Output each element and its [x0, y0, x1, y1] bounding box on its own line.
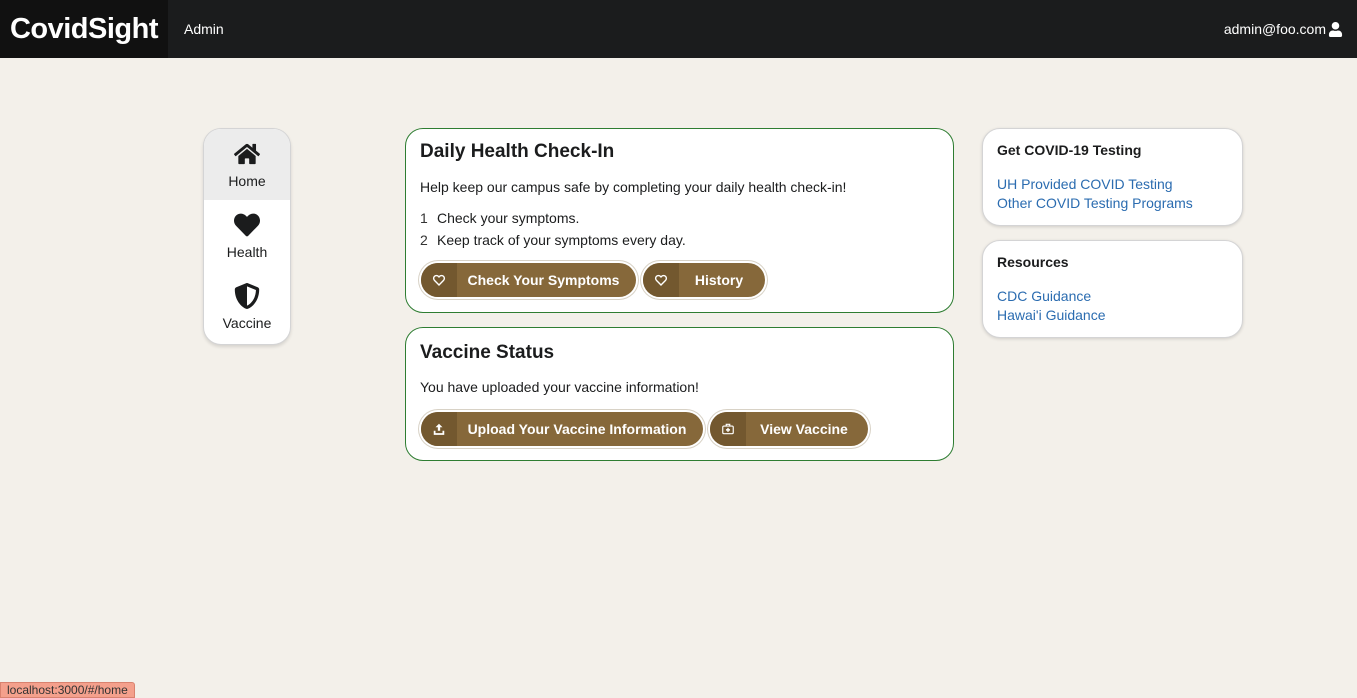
testing-panel: Get COVID-19 Testing UH Provided COVID T…: [982, 128, 1243, 226]
cdc-guidance-link[interactable]: CDC Guidance: [997, 287, 1106, 306]
card-description: You have uploaded your vaccine informati…: [420, 379, 699, 395]
button-label: History: [694, 272, 744, 288]
home-icon: [234, 143, 260, 164]
button-label: Upload Your Vaccine Information: [467, 421, 687, 437]
resources-links: CDC Guidance Hawai'i Guidance: [997, 287, 1106, 325]
upload-vaccine-button[interactable]: Upload Your Vaccine Information: [421, 412, 703, 446]
daily-checkin-card: Daily Health Check-In Help keep our camp…: [405, 128, 954, 313]
list-item: 1 Check your symptoms.: [420, 210, 580, 226]
sidebar-item-label: Home: [228, 172, 266, 189]
user-icon: [1328, 21, 1343, 37]
top-navbar: CovidSight Admin admin@foo.com: [0, 0, 1357, 58]
sidebar-item-home[interactable]: Home: [204, 129, 290, 200]
card-title: Daily Health Check-In: [420, 141, 615, 162]
testing-links: UH Provided COVID Testing Other COVID Te…: [997, 175, 1193, 213]
nav-admin-link[interactable]: Admin: [184, 0, 224, 58]
vaccine-status-card: Vaccine Status You have uploaded your va…: [405, 327, 954, 461]
heart-outline-icon: [421, 263, 457, 297]
sidebar-item-label: Vaccine: [222, 314, 272, 331]
user-email: admin@foo.com: [1223, 21, 1326, 37]
status-bar-url: localhost:3000/#/home: [0, 682, 135, 698]
side-menu: Home Health Vaccine: [203, 128, 291, 345]
check-symptoms-button[interactable]: Check Your Symptoms: [421, 263, 636, 297]
history-button[interactable]: History: [643, 263, 765, 297]
view-vaccine-button[interactable]: View Vaccine: [710, 412, 868, 446]
uh-testing-link[interactable]: UH Provided COVID Testing: [997, 175, 1193, 194]
sidebar-item-label: Health: [226, 243, 268, 260]
user-menu[interactable]: admin@foo.com: [1224, 0, 1343, 58]
card-title: Vaccine Status: [420, 342, 555, 363]
panel-title: Get COVID-19 Testing: [997, 142, 1142, 158]
heart-icon: [234, 213, 260, 236]
medkit-icon: [710, 412, 746, 446]
other-testing-link[interactable]: Other COVID Testing Programs: [997, 194, 1193, 213]
brand-logo[interactable]: CovidSight: [0, 0, 168, 58]
sidebar-item-vaccine[interactable]: Vaccine: [204, 271, 290, 342]
button-label: Check Your Symptoms: [467, 272, 620, 288]
resources-panel: Resources CDC Guidance Hawai'i Guidance: [982, 240, 1243, 338]
upload-icon: [421, 412, 457, 446]
steps-list: 1 Check your symptoms. 2 Keep track of you…: [420, 207, 686, 251]
sidebar-item-health[interactable]: Health: [204, 200, 290, 271]
card-description: Help keep our campus safe by completing …: [420, 179, 847, 195]
heart-outline-icon: [643, 263, 679, 297]
list-item: 2 Keep track of your symptoms every day.: [420, 232, 686, 248]
panel-title: Resources: [997, 254, 1069, 270]
button-label: View Vaccine: [760, 421, 848, 437]
hawaii-guidance-link[interactable]: Hawai'i Guidance: [997, 306, 1106, 325]
shield-icon: [234, 282, 260, 309]
